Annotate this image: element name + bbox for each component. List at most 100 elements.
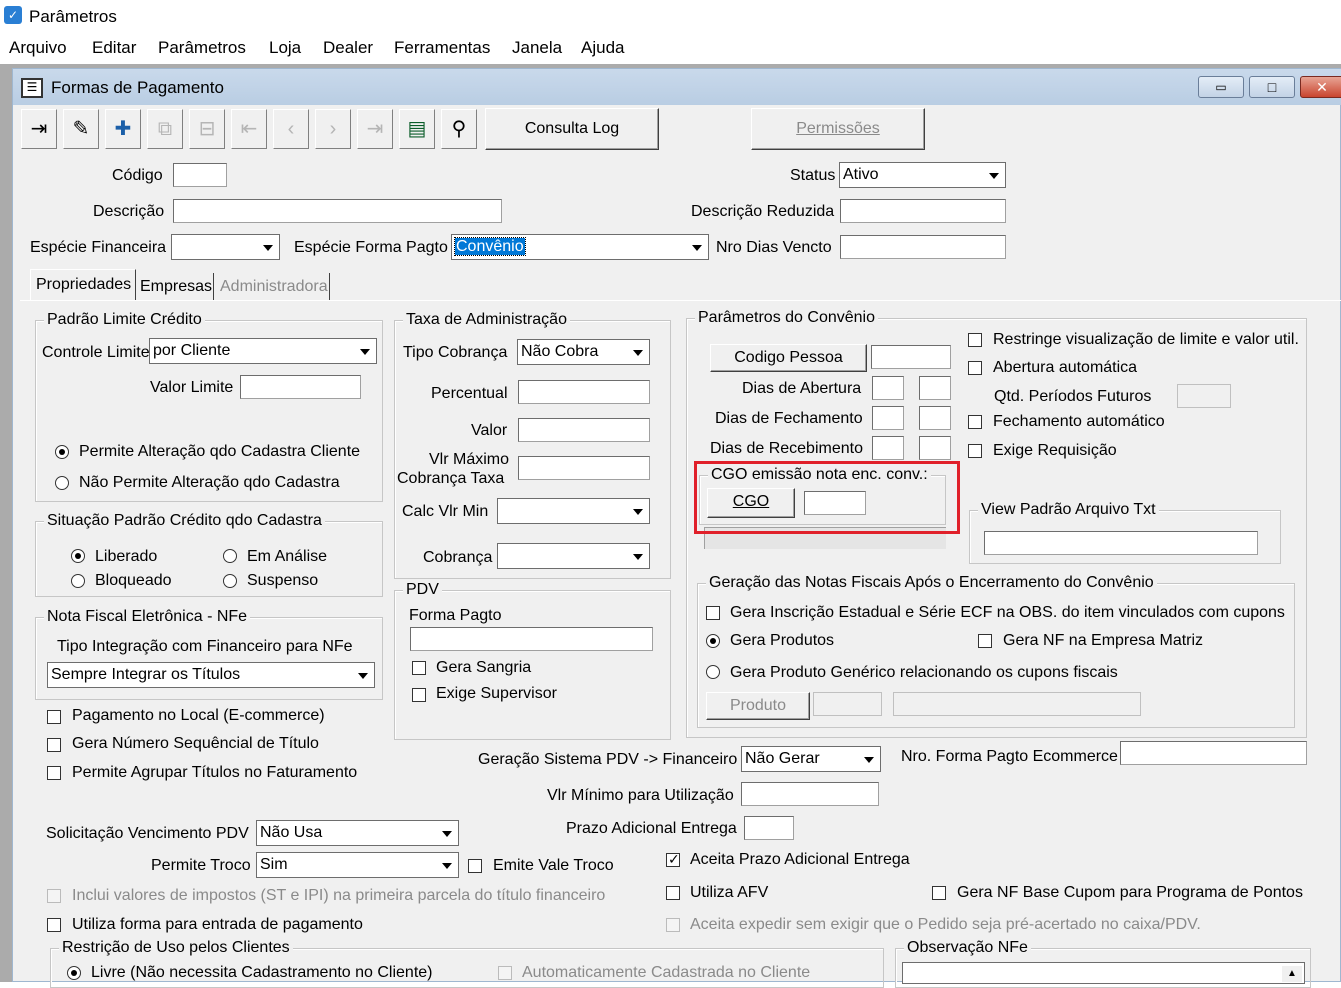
last-icon[interactable]: ⇥ [357, 109, 393, 149]
especie-financeira-select[interactable] [171, 234, 280, 260]
valor-limite-field[interactable] [240, 375, 361, 399]
abertura-auto-checkbox[interactable] [968, 361, 982, 375]
utiliza-afv-checkbox[interactable] [666, 886, 680, 900]
automaticamente-checkbox[interactable] [498, 966, 512, 980]
tipo-cobranca-select[interactable]: Não Cobra [517, 339, 650, 365]
gera-nf-cupom-checkbox[interactable] [932, 886, 946, 900]
produto-code-field[interactable] [813, 692, 882, 716]
dias-recebimento-field-2[interactable] [919, 436, 951, 460]
gera-numero-checkbox[interactable] [47, 738, 61, 752]
dias-fechamento-field-2[interactable] [919, 406, 951, 430]
window-title: Formas de Pagamento [51, 78, 224, 97]
exige-supervisor-checkbox[interactable] [412, 688, 426, 702]
taxa-title: Taxa de Administração [403, 310, 570, 330]
scroll-up-icon[interactable]: ▲ [1282, 966, 1302, 982]
menu-parametros[interactable]: Parâmetros [158, 38, 246, 58]
cobranca-select[interactable] [497, 543, 650, 569]
gera-generico-radio[interactable] [706, 665, 720, 679]
nro-dias-field[interactable] [840, 235, 1006, 259]
next-icon[interactable]: › [315, 109, 351, 149]
copy-icon[interactable]: ⧉ [147, 109, 183, 149]
produto-button[interactable]: Produto [706, 692, 810, 720]
add-icon[interactable]: ✚ [105, 109, 141, 149]
prev-icon[interactable]: ‹ [273, 109, 309, 149]
consulta-log-button[interactable]: Consulta Log [485, 108, 659, 150]
permissoes-button[interactable]: Permissões [751, 108, 925, 150]
aceita-prazo-checkbox[interactable] [666, 851, 680, 868]
vlr-minimo-field[interactable] [741, 782, 879, 806]
maximize-button[interactable]: □ [1249, 76, 1295, 98]
especie-forma-select[interactable]: Convênio [451, 234, 709, 260]
observacao-textarea[interactable] [902, 962, 1305, 984]
menu-janela[interactable]: Janela [512, 38, 562, 58]
minimize-button[interactable]: ▭ [1198, 76, 1244, 98]
produto-desc-field[interactable] [893, 692, 1141, 716]
permite-troco-select[interactable]: Sim [256, 852, 459, 878]
pagamento-local-checkbox[interactable] [47, 710, 61, 724]
aceita-expedir-checkbox[interactable] [666, 918, 680, 932]
close-button[interactable]: ✕ [1300, 76, 1341, 98]
utiliza-forma-checkbox[interactable] [47, 918, 61, 932]
suspenso-radio[interactable] [223, 574, 237, 588]
qtd-periodos-label: Qtd. Períodos Futuros [994, 388, 1152, 405]
vlr-maximo-field[interactable] [518, 456, 650, 480]
controle-limite-select[interactable]: por Cliente [149, 338, 377, 364]
codigo-pessoa-field[interactable] [871, 345, 951, 369]
search-icon[interactable]: ⚲ [441, 109, 477, 149]
qtd-periodos-field[interactable] [1177, 384, 1231, 408]
tab-administradora-label: Administradora [220, 278, 328, 295]
valor-field[interactable] [518, 418, 650, 442]
codigo-pessoa-button[interactable]: Codigo Pessoa [710, 344, 867, 372]
tab-administradora[interactable]: Administradora [216, 273, 330, 300]
view-padrao-field[interactable] [984, 531, 1258, 555]
exit-icon[interactable]: ⇥ [21, 109, 57, 149]
menu-ajuda[interactable]: Ajuda [581, 38, 624, 58]
nro-ecommerce-field[interactable] [1120, 741, 1307, 765]
emite-vale-checkbox[interactable] [468, 859, 482, 873]
gera-nf-matriz-checkbox[interactable] [978, 634, 992, 648]
first-icon[interactable]: ⇤ [231, 109, 267, 149]
menu-dealer[interactable]: Dealer [323, 38, 373, 58]
tab-empresas[interactable]: Empresas [137, 273, 214, 300]
nao-permite-alteracao-radio[interactable] [55, 476, 69, 490]
solicitacao-select[interactable]: Não Usa [256, 820, 459, 846]
geracao-pdv-select[interactable]: Não Gerar [741, 746, 881, 772]
menu-editar[interactable]: Editar [92, 38, 136, 58]
fechamento-auto-checkbox[interactable] [968, 415, 982, 429]
gera-inscricao-checkbox[interactable] [706, 606, 720, 620]
forma-pagto-field[interactable] [410, 627, 653, 651]
em-analise-radio[interactable] [223, 549, 237, 563]
list-icon[interactable]: ▤ [399, 109, 435, 149]
dias-abertura-field-1[interactable] [872, 376, 904, 400]
gera-produtos-radio[interactable] [706, 634, 720, 648]
descricao-reduzida-field[interactable] [840, 199, 1006, 223]
calc-vlr-min-select[interactable] [497, 498, 650, 524]
gera-sangria-checkbox[interactable] [412, 661, 426, 675]
dias-fechamento-field-1[interactable] [872, 406, 904, 430]
menu-ferramentas[interactable]: Ferramentas [394, 38, 490, 58]
exige-requisicao-checkbox[interactable] [968, 444, 982, 458]
tab-propriedades[interactable]: Propriedades [30, 269, 136, 301]
prazo-adicional-field[interactable] [744, 816, 794, 840]
liberado-radio[interactable] [71, 549, 85, 563]
observacao-title: Observação NFe [904, 938, 1031, 958]
restringe-checkbox[interactable] [968, 333, 982, 347]
permite-alteracao-radio[interactable] [55, 445, 69, 459]
delete-icon[interactable]: ⊟ [189, 109, 225, 149]
nro-dias-label: Nro Dias Vencto [716, 239, 832, 256]
livre-radio[interactable] [67, 966, 81, 980]
permite-agrupar-checkbox[interactable] [47, 766, 61, 780]
dias-abertura-field-2[interactable] [919, 376, 951, 400]
menu-arquivo[interactable]: Arquivo [9, 38, 67, 58]
codigo-field[interactable] [173, 163, 227, 187]
tipo-integracao-select[interactable]: Sempre Integrar os Títulos [47, 662, 375, 688]
status-select[interactable]: Ativo [839, 162, 1006, 188]
vlr-maximo-label-2: Cobrança Taxa [397, 470, 505, 487]
descricao-field[interactable] [173, 199, 502, 223]
bloqueado-radio[interactable] [71, 574, 85, 588]
dias-recebimento-field-1[interactable] [872, 436, 904, 460]
percentual-field[interactable] [518, 380, 650, 404]
inclui-valores-checkbox[interactable] [47, 889, 61, 903]
edit-icon[interactable]: ✎ [63, 109, 99, 149]
menu-loja[interactable]: Loja [269, 38, 301, 58]
